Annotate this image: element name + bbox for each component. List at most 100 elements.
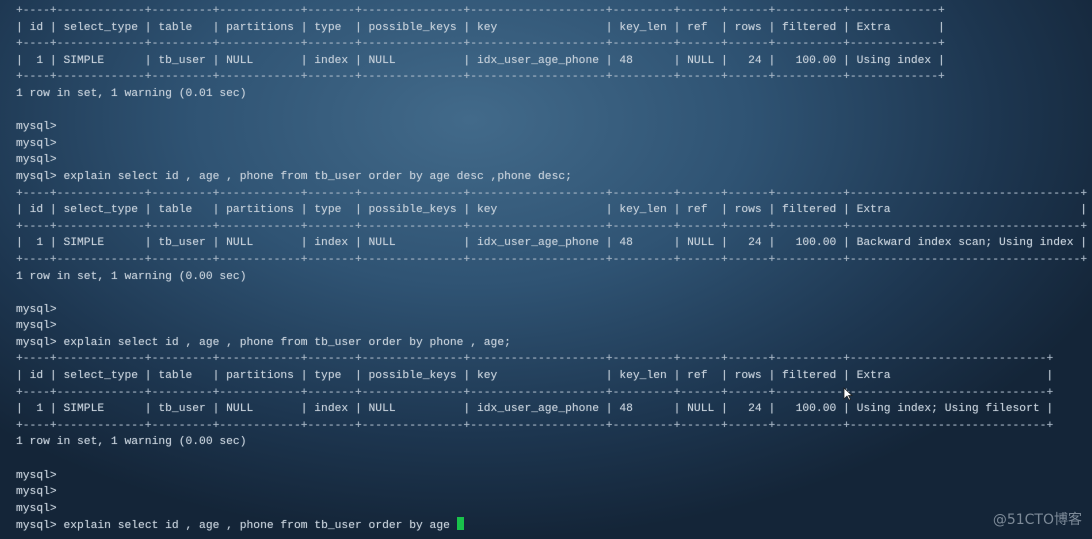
table-cell: Using index	[856, 54, 932, 67]
table-cell: 24	[748, 54, 762, 67]
table-cell: 100.00	[795, 237, 837, 250]
column-header: id	[29, 204, 44, 217]
prompt-line: mysql>	[16, 501, 1087, 518]
table-cell: idx_user_age_phone	[476, 237, 600, 250]
column-header: key_len	[619, 204, 667, 217]
command-text: explain select id , age , phone from tb_…	[63, 336, 511, 349]
table-cell: 24	[748, 237, 762, 250]
table-border: +----+-------------+---------+----------…	[16, 5, 945, 17]
column-header: type	[314, 204, 342, 217]
column-header: select_type	[63, 370, 139, 383]
table-border: +----+-------------+---------+----------…	[16, 386, 1054, 399]
table-cell: 1	[36, 403, 44, 416]
column-header: key_len	[619, 370, 667, 383]
column-header: table	[158, 21, 193, 34]
column-header: id	[29, 21, 44, 34]
text-cursor[interactable]	[456, 517, 464, 531]
table-border: +----+-------------+---------+----------…	[16, 187, 1088, 200]
table-border: +----+-------------+---------+----------…	[16, 419, 1054, 432]
command-text: explain select id , age , phone from tb_…	[63, 170, 572, 183]
column-header: id	[29, 370, 44, 383]
column-header: Extra	[856, 370, 891, 383]
table-cell: tb_user	[158, 403, 206, 416]
column-header: Extra	[856, 21, 891, 34]
result-summary: 1 row in set, 1 warning (0.01 sec)	[16, 87, 247, 100]
terminal-output[interactable]: +----+-------------+---------+----------…	[16, 3, 1087, 534]
column-header: filtered	[782, 370, 837, 383]
table-cell: Backward index scan; Using index	[856, 237, 1074, 250]
column-header: table	[158, 370, 193, 383]
table-cell: NULL	[226, 237, 254, 250]
prompt: mysql>	[16, 154, 57, 167]
table-row: | 1 | SIMPLE | tb_user | NULL | index | …	[16, 401, 1087, 418]
column-header: rows	[734, 204, 762, 217]
table-cell: 48	[619, 54, 633, 67]
table-header-row: | id | select_type | table | partitions …	[16, 202, 1087, 219]
table-cell: SIMPLE	[63, 237, 105, 250]
command-text: explain select id , age , phone from tb_…	[63, 520, 457, 533]
table-cell: NULL	[226, 54, 254, 67]
prompt: mysql>	[16, 336, 57, 349]
result-summary: 1 row in set, 1 warning (0.00 sec)	[16, 270, 247, 283]
table-border: +----+-------------+---------+----------…	[16, 353, 1054, 366]
prompt-line: mysql> explain select id , age , phone f…	[16, 335, 1087, 352]
prompt: mysql>	[16, 121, 57, 134]
table-cell: NULL	[226, 403, 254, 416]
column-header: key	[476, 204, 498, 217]
watermark: @51CTO博客	[992, 512, 1082, 528]
table-cell: SIMPLE	[63, 54, 105, 67]
mouse-pointer-icon	[843, 387, 853, 401]
table-cell: 48	[619, 403, 633, 416]
column-header: rows	[734, 21, 762, 34]
column-header: key	[476, 370, 498, 383]
table-row: | 1 | SIMPLE | tb_user | NULL | index | …	[16, 235, 1087, 252]
table-cell: 48	[619, 237, 633, 250]
table-cell: tb_user	[158, 54, 206, 67]
column-header: select_type	[63, 21, 139, 34]
column-header: possible_keys	[368, 21, 457, 34]
table-border: +----+-------------+---------+----------…	[16, 253, 1088, 266]
prompt: mysql>	[16, 502, 57, 515]
prompt-line: mysql> explain select id , age , phone f…	[16, 169, 1087, 186]
column-header: possible_keys	[368, 204, 457, 217]
prompt-line: mysql>	[16, 152, 1087, 169]
table-cell: 1	[36, 237, 44, 250]
table-cell: NULL	[687, 54, 715, 67]
table-border: +----+-------------+---------+----------…	[16, 38, 945, 51]
table-cell: NULL	[687, 403, 715, 416]
column-header: ref	[687, 204, 708, 217]
column-header: filtered	[782, 21, 837, 34]
prompt-line: mysql> explain select id , age , phone f…	[16, 517, 1087, 534]
table-cell: NULL	[368, 237, 396, 250]
table-cell: SIMPLE	[63, 403, 105, 416]
table-border: +----+-------------+---------+----------…	[16, 71, 945, 84]
table-cell: index	[314, 54, 349, 67]
column-header: Extra	[856, 204, 891, 217]
prompt: mysql>	[16, 486, 57, 499]
column-header: partitions	[226, 370, 294, 383]
column-header: key_len	[619, 21, 667, 34]
column-header: ref	[687, 21, 708, 34]
table-cell: 24	[748, 403, 762, 416]
prompt: mysql>	[16, 137, 57, 150]
table-cell: NULL	[368, 54, 396, 67]
prompt-line: mysql>	[16, 484, 1087, 501]
prompt-line: mysql>	[16, 302, 1087, 319]
column-header: key	[476, 21, 498, 34]
column-header: rows	[734, 370, 762, 383]
prompt: mysql>	[16, 303, 57, 316]
column-header: type	[314, 21, 342, 34]
prompt: mysql>	[16, 170, 57, 183]
column-header: ref	[687, 370, 708, 383]
table-cell: Using index; Using filesort	[856, 403, 1040, 416]
table-border: +----+-------------+---------+----------…	[16, 220, 1088, 233]
table-cell: idx_user_age_phone	[476, 54, 600, 67]
result-summary: 1 row in set, 1 warning (0.00 sec)	[16, 436, 247, 449]
column-header: type	[314, 370, 342, 383]
table-cell: NULL	[368, 403, 396, 416]
table-header-row: | id | select_type | table | partitions …	[16, 368, 1087, 385]
table-cell: tb_user	[158, 237, 206, 250]
prompt: mysql>	[16, 469, 57, 482]
